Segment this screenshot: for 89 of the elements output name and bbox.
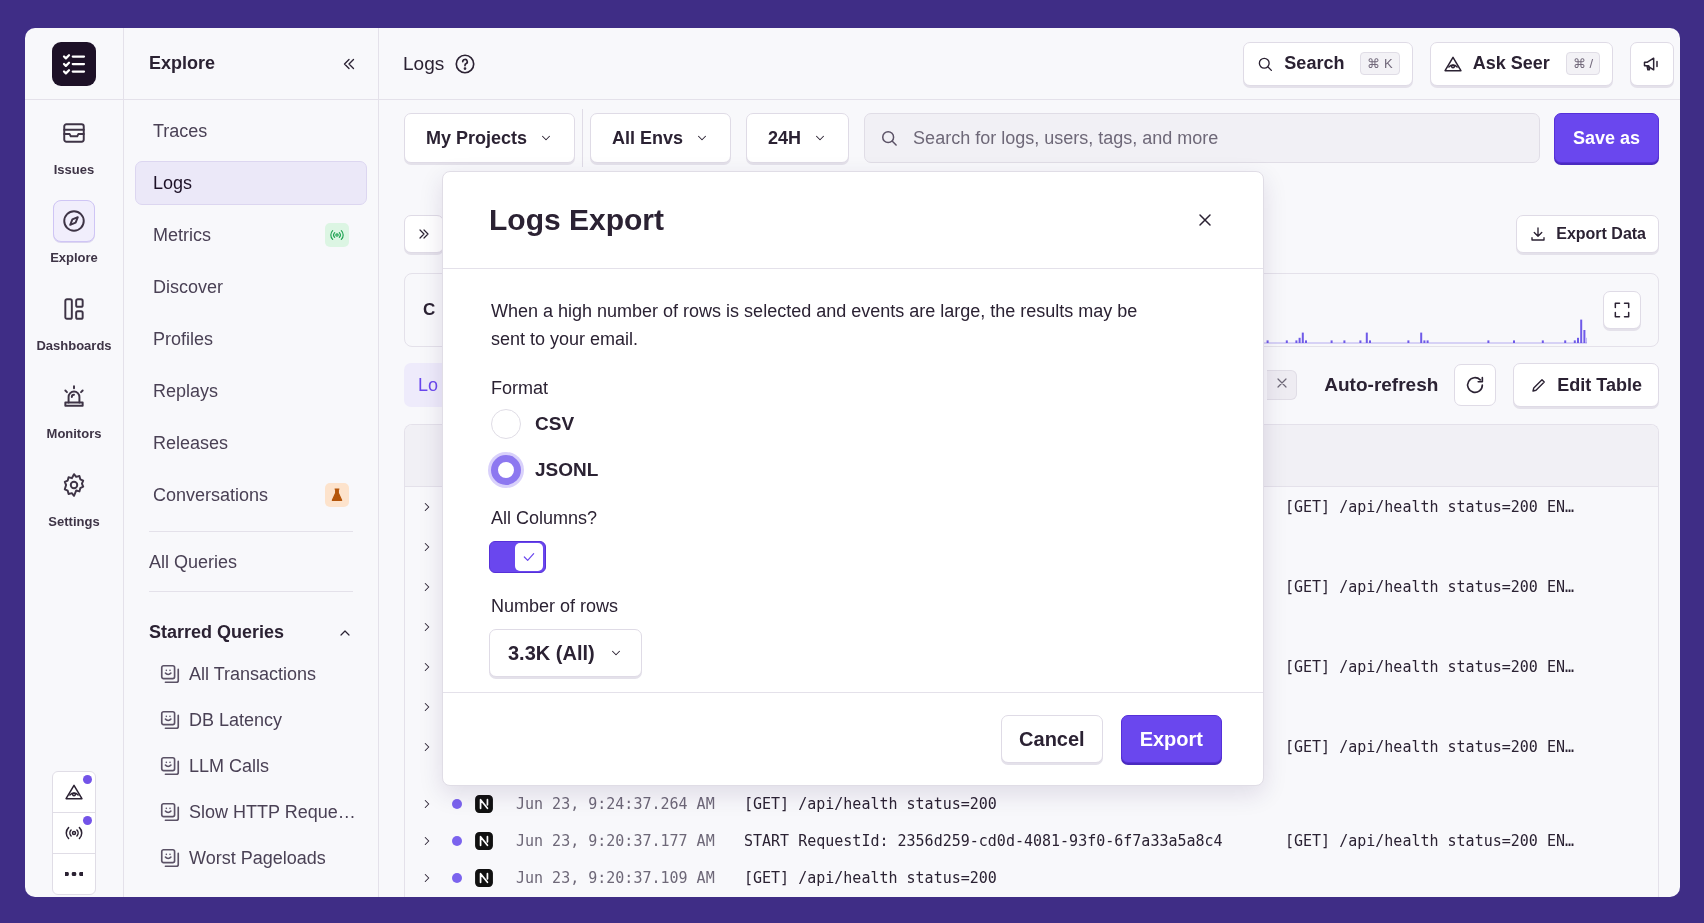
sidebar-link[interactable]: All Queries: [124, 548, 378, 577]
sidebar-item[interactable]: Conversations: [135, 473, 367, 517]
message-cell-text: [GET] /api/health status=200: [744, 794, 998, 813]
triangle-eye-icon: [64, 782, 84, 802]
nav-label[interactable]: Dashboards: [36, 338, 112, 353]
nav-label[interactable]: Monitors: [46, 426, 102, 441]
platform-icon: [475, 868, 493, 887]
save-as-button[interactable]: Save as: [1553, 113, 1659, 163]
saved-query-link[interactable]: LLM Calls: [189, 755, 270, 777]
search-button[interactable]: Search ⌘ K: [1243, 41, 1413, 86]
filter-dropdown[interactable]: 24H: [746, 113, 850, 163]
radio-label[interactable]: CSV: [535, 413, 575, 435]
sidebar-item[interactable]: Replays: [135, 369, 367, 413]
export-data-button[interactable]: Export Data: [1516, 215, 1659, 253]
refresh-button[interactable]: [1454, 364, 1497, 406]
radio-label[interactable]: JSONL: [535, 459, 599, 481]
saved-query-link[interactable]: Slow HTTP Reque…: [189, 801, 356, 823]
severity-dot: [452, 798, 462, 809]
sidebar-item[interactable]: Discover: [135, 265, 367, 309]
sidebar-item[interactable]: Profiles: [135, 317, 367, 361]
feedback-button[interactable]: [1630, 41, 1674, 86]
sidebar-title: Explore: [149, 53, 217, 74]
timestamp-cell-text: Jun 23, 9:20:37.109 AM: [516, 868, 716, 887]
siren-icon: [61, 384, 87, 410]
notification-dot: [83, 775, 92, 784]
nav-label[interactable]: Settings: [48, 514, 100, 529]
search-icon: [879, 128, 900, 148]
auto-refresh-label: Auto-refresh: [1324, 374, 1439, 396]
download-icon: [1529, 225, 1548, 243]
more-icon: [65, 872, 83, 876]
saved-query-link[interactable]: All Transactions: [189, 663, 317, 685]
toggle-switch[interactable]: [489, 541, 546, 573]
mode-tab[interactable]: Lo: [404, 363, 444, 407]
message-cell-text: [GET] /api/health status=200 EN…: [1285, 738, 1575, 756]
saved-query-icon: [159, 709, 181, 731]
severity-dot: [452, 872, 462, 883]
nav-label[interactable]: Issues: [53, 162, 95, 177]
message-cell-text: [GET] /api/health status=200: [744, 868, 998, 887]
timestamp-cell-text: Jun 23, 9:24:37.264 AM: [516, 794, 716, 813]
chart-title: C: [423, 300, 436, 320]
message-cell-text: [GET] /api/health status=200 EN…: [1285, 578, 1575, 596]
saved-query-icon: [159, 847, 181, 869]
nav-button[interactable]: [53, 200, 95, 242]
edit-table-button[interactable]: Edit Table: [1513, 363, 1659, 407]
compass-icon: [61, 208, 87, 234]
rows-dropdown[interactable]: 3.3K (All): [489, 629, 642, 677]
platform-icon: [475, 831, 493, 850]
shortcut-hint: ⌘ K: [1360, 52, 1400, 75]
search-field[interactable]: Search for logs, users, tags, and more: [864, 113, 1540, 163]
message-cell-text: [GET] /api/health status=200 EN…: [1285, 658, 1575, 676]
settings-icon: [61, 472, 87, 498]
field-label: All Columns?: [491, 508, 598, 529]
auto-refresh-switch[interactable]: [1267, 370, 1298, 400]
app-logo[interactable]: [52, 41, 96, 86]
help-icon[interactable]: [454, 52, 477, 75]
field-label: Number of rows: [491, 596, 619, 617]
platform-icon: [475, 794, 493, 813]
timestamp-cell-text: Jun 23, 9:20:37.177 AM: [516, 831, 716, 850]
saved-query-icon: [159, 663, 181, 685]
radio-button[interactable]: [491, 455, 521, 485]
filter-dropdown[interactable]: All Envs: [590, 113, 732, 163]
cancel-button[interactable]: Cancel: [1001, 715, 1103, 763]
saved-query-link[interactable]: DB Latency: [189, 709, 283, 731]
inbox-icon: [61, 120, 87, 146]
page-title: Logs: [403, 52, 445, 75]
sidebar-item[interactable]: Logs: [135, 161, 367, 205]
sidebar-item[interactable]: Metrics: [135, 213, 367, 257]
export-button[interactable]: Export: [1120, 715, 1222, 763]
saved-query-icon: [159, 755, 181, 777]
dialog-description: When a high number of rows is selected and events are large, the results may be sent to your email.: [491, 300, 1139, 351]
saved-query-icon: [159, 801, 181, 823]
dashboard-icon: [61, 296, 87, 322]
fullscreen-icon: [1612, 300, 1632, 320]
section-title[interactable]: Starred Queries: [149, 622, 337, 643]
sidebar-item[interactable]: Releases: [135, 421, 367, 465]
fullscreen-button[interactable]: [1603, 291, 1641, 329]
nav-label[interactable]: Explore: [50, 250, 98, 265]
shortcut-hint: ⌘ /: [1565, 52, 1600, 75]
message-cell-text: START RequestId: 2356d259-cd0d-4081-93f0-6f7a33a5a8c4: [744, 831, 1224, 850]
ask-seer-button[interactable]: Ask Seer ⌘ /: [1429, 41, 1613, 86]
dialog-title: Logs Export: [489, 203, 665, 237]
saved-query-link[interactable]: Worst Pageloads: [189, 847, 326, 869]
filter-dropdown[interactable]: My Projects: [404, 113, 576, 163]
message-cell-text: [GET] /api/health status=200 EN…: [1285, 831, 1575, 850]
sidebar-item[interactable]: Traces: [135, 109, 367, 153]
message-cell-text: [GET] /api/health status=200 EN…: [1285, 498, 1575, 516]
notification-dot: [83, 816, 92, 825]
field-label: Format: [491, 378, 548, 399]
severity-dot: [452, 835, 462, 846]
